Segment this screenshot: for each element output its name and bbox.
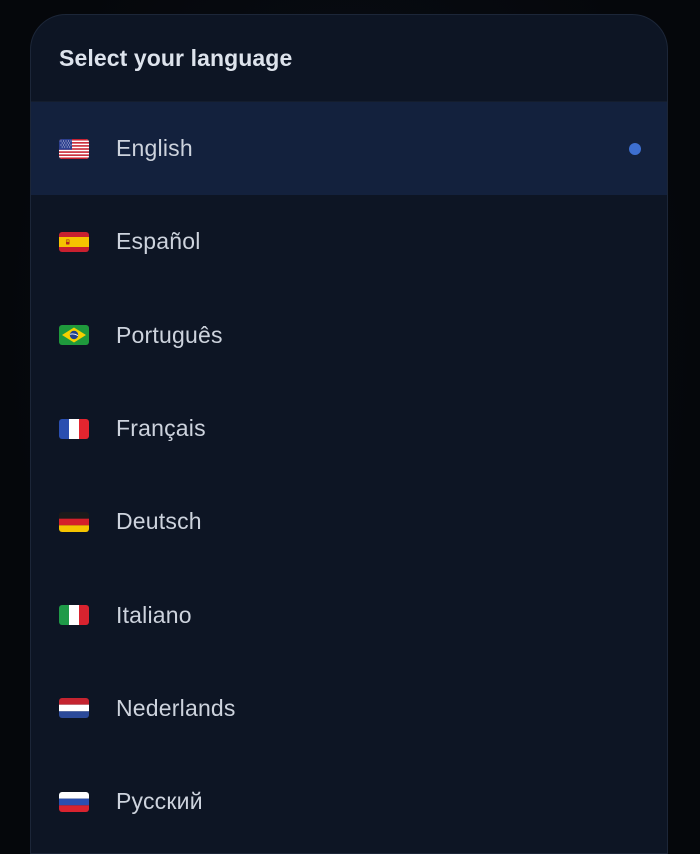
- netherlands-flag-icon: [59, 698, 89, 719]
- language-list: English Español Português Français Deuts…: [31, 102, 667, 848]
- language-option-german[interactable]: Deutsch: [31, 475, 667, 568]
- language-label: Español: [116, 228, 201, 255]
- language-option-russian[interactable]: Русский: [31, 755, 667, 848]
- language-dialog: Select your language English Español Por…: [30, 14, 668, 854]
- brazil-flag-icon: [59, 325, 89, 346]
- language-option-spanish[interactable]: Español: [31, 195, 667, 288]
- language-option-french[interactable]: Français: [31, 382, 667, 475]
- language-label: Italiano: [116, 601, 192, 628]
- language-label: Português: [116, 321, 223, 348]
- language-label: Nederlands: [116, 694, 236, 721]
- language-option-dutch[interactable]: Nederlands: [31, 662, 667, 755]
- language-label: Deutsch: [116, 508, 202, 535]
- language-label: Français: [116, 415, 206, 442]
- language-option-italian[interactable]: Italiano: [31, 568, 667, 661]
- selected-indicator-dot: [629, 142, 641, 155]
- us-flag-icon: [59, 138, 89, 159]
- russia-flag-icon: [59, 791, 89, 812]
- italy-flag-icon: [59, 605, 89, 626]
- dialog-header: Select your language: [31, 15, 667, 102]
- language-label: English: [116, 135, 193, 162]
- spain-flag-icon: [59, 231, 89, 252]
- france-flag-icon: [59, 418, 89, 439]
- language-option-portuguese[interactable]: Português: [31, 289, 667, 382]
- dialog-title: Select your language: [59, 44, 293, 71]
- language-option-english[interactable]: English: [31, 102, 667, 196]
- language-label: Русский: [116, 788, 203, 815]
- germany-flag-icon: [59, 511, 89, 532]
